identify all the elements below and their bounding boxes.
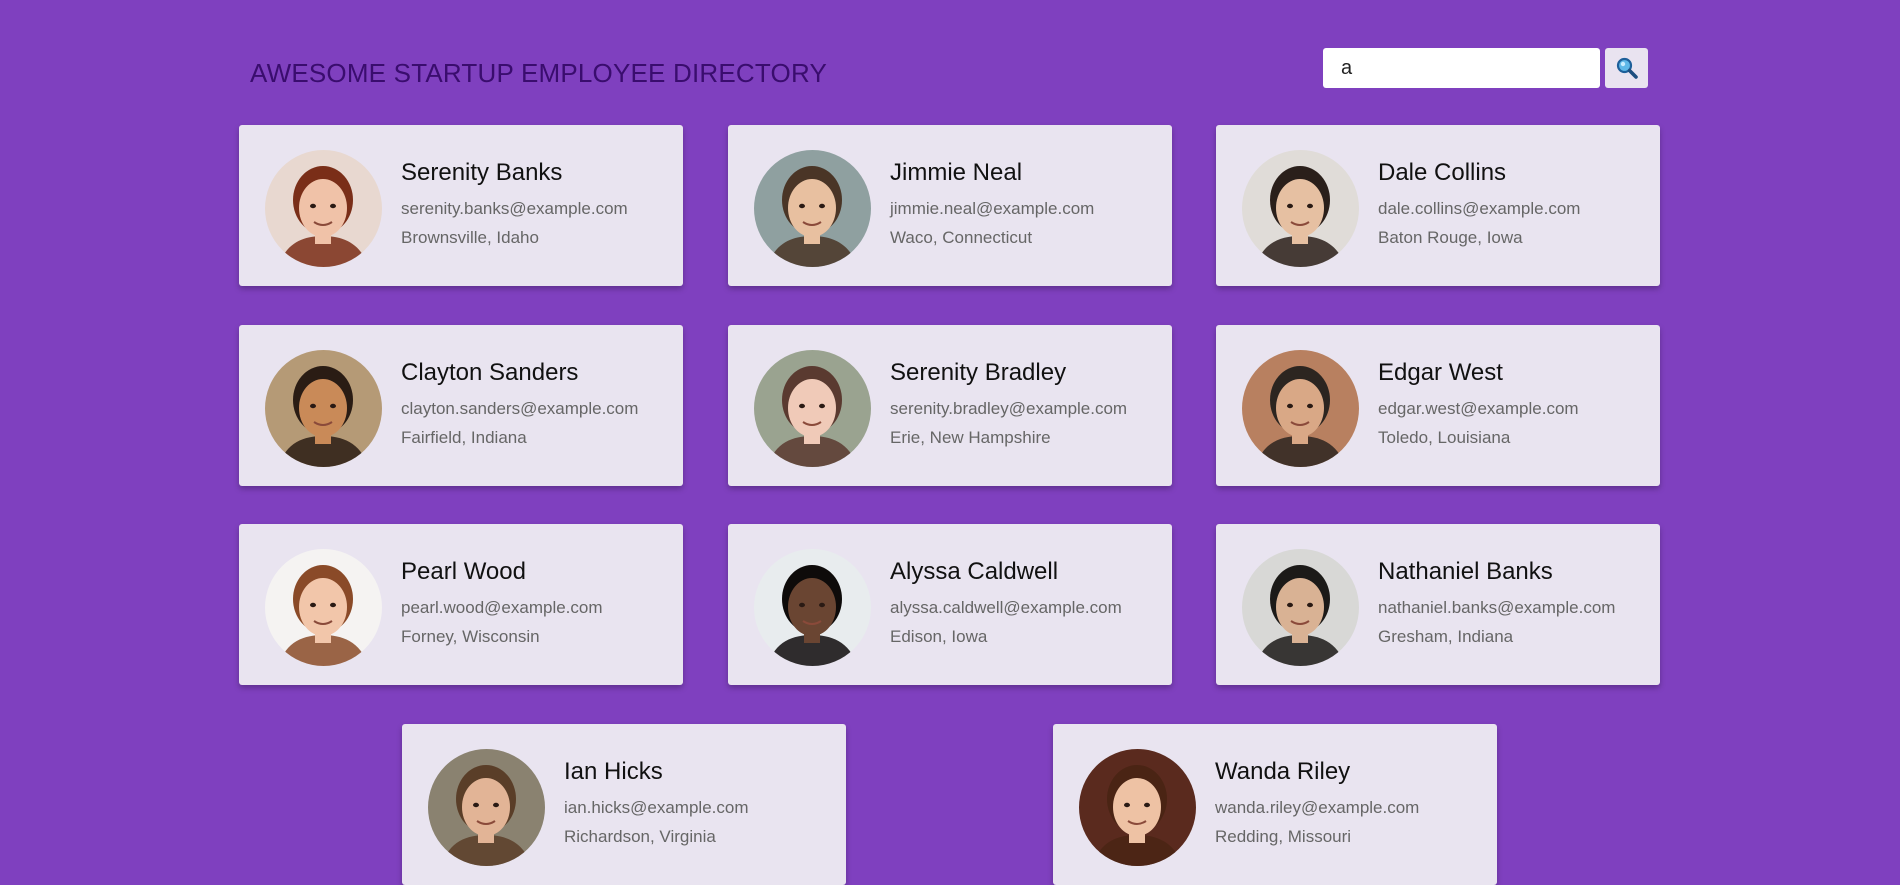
- employee-card[interactable]: Clayton Sanders clayton.sanders@example.c…: [239, 325, 683, 486]
- employee-location: Fairfield, Indiana: [401, 428, 527, 447]
- employee-info: Pearl Wood pearl.wood@example.com Forney, …: [401, 558, 603, 647]
- employee-email: jimmie.neal@example.com: [890, 199, 1095, 218]
- employee-info: Wanda Riley wanda.riley@example.com Reddin…: [1215, 758, 1419, 847]
- employee-card[interactable]: Serenity Banks serenity.banks@example.com…: [239, 125, 683, 286]
- employee-email: dale.collins@example.com: [1378, 199, 1581, 218]
- employee-info: Clayton Sanders clayton.sanders@example.c…: [401, 359, 638, 448]
- employee-name: Serenity Bradley: [890, 359, 1067, 386]
- employee-info: Edgar West edgar.west@example.com Toledo, …: [1378, 359, 1579, 448]
- employee-email: alyssa.caldwell@example.com: [890, 598, 1122, 617]
- employee-card[interactable]: Jimmie Neal jimmie.neal@example.com Waco, …: [728, 125, 1172, 286]
- employee-avatar: [754, 350, 871, 467]
- employee-location: Edison, Iowa: [890, 627, 988, 646]
- employee-card[interactable]: Serenity Bradley serenity.bradley@example…: [728, 325, 1172, 486]
- employee-location: Toledo, Louisiana: [1378, 428, 1511, 447]
- employee-card[interactable]: Ian Hicks ian.hicks@example.com Richardson…: [402, 724, 846, 885]
- employee-name: Edgar West: [1378, 359, 1503, 386]
- employee-info: Alyssa Caldwell alyssa.caldwell@example.c…: [890, 558, 1122, 647]
- employee-name: Nathaniel Banks: [1378, 558, 1553, 585]
- employee-card[interactable]: Edgar West edgar.west@example.com Toledo, …: [1216, 325, 1660, 486]
- employee-location: Waco, Connecticut: [890, 228, 1033, 247]
- employee-info: Jimmie Neal jimmie.neal@example.com Waco, …: [890, 159, 1094, 248]
- employee-location: Gresham, Indiana: [1378, 627, 1514, 646]
- employee-email: pearl.wood@example.com: [401, 598, 603, 617]
- employee-avatar: [1242, 350, 1359, 467]
- employee-info: Serenity Bradley serenity.bradley@example…: [890, 359, 1127, 448]
- employee-card[interactable]: Dale Collins dale.collins@example.com Bato…: [1216, 125, 1660, 286]
- employee-name: Serenity Banks: [401, 159, 563, 186]
- employee-avatar: [1242, 150, 1359, 267]
- employee-location: Forney, Wisconsin: [401, 627, 540, 646]
- employee-grid: Serenity Banks serenity.banks@example.com…: [0, 0, 1900, 885]
- employee-email: edgar.west@example.com: [1378, 399, 1579, 418]
- employee-info: Serenity Banks serenity.banks@example.com…: [401, 159, 628, 248]
- employee-location: Redding, Missouri: [1215, 827, 1352, 846]
- employee-name: Alyssa Caldwell: [890, 558, 1059, 585]
- employee-email: clayton.sanders@example.com: [401, 399, 639, 418]
- employee-email: nathaniel.banks@example.com: [1378, 598, 1616, 617]
- employee-avatar: [1079, 749, 1196, 866]
- employee-info: Dale Collins dale.collins@example.com Bato…: [1378, 159, 1580, 248]
- employee-avatar: [265, 350, 382, 467]
- employee-location: Richardson, Virginia: [564, 827, 716, 846]
- employee-name: Dale Collins: [1378, 159, 1507, 186]
- employee-email: serenity.bradley@example.com: [890, 399, 1128, 418]
- employee-email: ian.hicks@example.com: [564, 798, 749, 817]
- employee-avatar: [754, 150, 871, 267]
- employee-card[interactable]: Alyssa Caldwell alyssa.caldwell@example.c…: [728, 524, 1172, 685]
- employee-info: Ian Hicks ian.hicks@example.com Richardson…: [564, 758, 749, 847]
- employee-name: Jimmie Neal: [890, 159, 1023, 186]
- employee-name: Pearl Wood: [401, 558, 526, 585]
- employee-info: Nathaniel Banks nathaniel.banks@example.c…: [1378, 558, 1615, 647]
- employee-name: Clayton Sanders: [401, 359, 579, 386]
- employee-avatar: [265, 150, 382, 267]
- employee-location: Baton Rouge, Iowa: [1378, 228, 1523, 247]
- employee-card[interactable]: Pearl Wood pearl.wood@example.com Forney, …: [239, 524, 683, 685]
- employee-location: Brownsville, Idaho: [401, 228, 539, 247]
- employee-avatar: [428, 749, 545, 866]
- employee-avatar: [1242, 549, 1359, 666]
- employee-avatar: [265, 549, 382, 666]
- employee-name: Wanda Riley: [1215, 758, 1351, 785]
- employee-name: Ian Hicks: [564, 758, 663, 785]
- employee-card[interactable]: Nathaniel Banks nathaniel.banks@example.c…: [1216, 524, 1660, 685]
- employee-location: Erie, New Hampshire: [890, 428, 1051, 447]
- employee-card[interactable]: Wanda Riley wanda.riley@example.com Reddin…: [1053, 724, 1497, 885]
- employee-avatar: [754, 549, 871, 666]
- employee-email: wanda.riley@example.com: [1215, 798, 1420, 817]
- employee-email: serenity.banks@example.com: [401, 199, 628, 218]
